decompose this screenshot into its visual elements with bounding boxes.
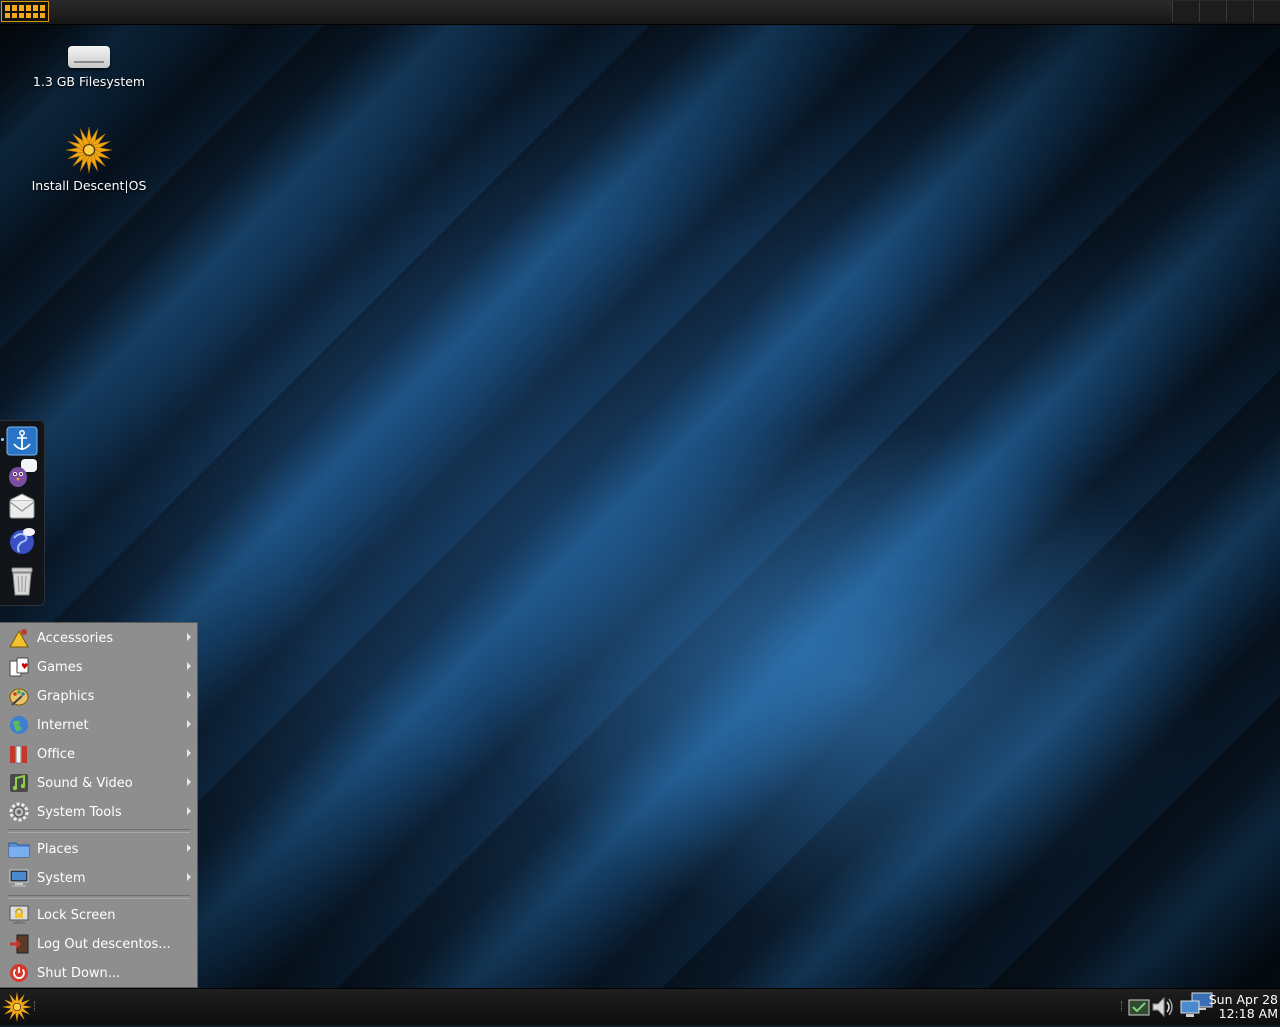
top-panel [0,0,1280,25]
games-icon: ♥ [8,656,30,678]
clock[interactable]: Sun Apr 28 12:18 AM [1209,993,1278,1021]
menu-item-label: Graphics [37,688,95,704]
dock-active-indicator [1,438,4,441]
submenu-arrow-icon [187,720,191,728]
dock-item-mail[interactable] [6,491,38,523]
menu-item-places[interactable]: Places [0,835,197,863]
dock-item-trash[interactable] [6,565,38,597]
menu-item-accessories[interactable]: Accessories [0,624,197,652]
menu-item-label: Lock Screen [37,907,116,923]
descentos-logo-icon [65,126,113,174]
dock-item-browser[interactable] [6,525,38,557]
workspace-4[interactable] [1253,1,1280,22]
applications-menu: Accessories ♥ Games Graphics Internet Of… [0,622,198,988]
submenu-arrow-icon [187,778,191,786]
submenu-arrow-icon [187,633,191,641]
submenu-arrow-icon [187,749,191,757]
tray-update-notifier[interactable] [1128,996,1150,1022]
desktop-icon-install[interactable]: Install Descent|OS [29,126,149,193]
submenu-arrow-icon [187,662,191,670]
gear-icon [8,801,30,823]
volume-icon [1152,996,1173,1018]
clock-date: Sun Apr 28 [1208,992,1278,1007]
menu-item-label: Log Out descentos... [37,936,171,952]
menu-item-label: Places [37,841,79,857]
menu-item-label: Games [37,659,83,675]
pidgin-chat-icon [9,459,37,487]
workspace-3[interactable] [1226,1,1253,22]
submenu-arrow-icon [187,844,191,852]
submenu-arrow-icon [187,691,191,699]
anchor-icon [6,426,38,456]
menu-item-graphics[interactable]: Graphics [0,682,197,710]
trash-icon [11,567,33,596]
menu-separator [8,829,190,833]
descentos-logo-icon [2,992,32,1022]
submenu-arrow-icon [187,807,191,815]
tray-volume[interactable] [1150,994,1176,1024]
menu-item-label: Accessories [37,630,114,646]
panel-grip [34,1001,38,1011]
workspace-1[interactable] [1172,1,1199,22]
menu-item-label: System [37,870,86,886]
graphics-icon [8,685,30,707]
menu-item-log-out[interactable]: Log Out descentos... [0,930,197,958]
menu-item-sound-video[interactable]: Sound & Video [0,769,197,797]
menu-item-system[interactable]: System [0,864,197,892]
menu-item-internet[interactable]: Internet [0,711,197,739]
menu-item-lock-screen[interactable]: Lock Screen [0,901,197,929]
internet-globe-icon [8,714,30,736]
desktop-icon-label: Install Descent|OS [31,178,147,193]
menu-item-office[interactable]: Office [0,740,197,768]
accessories-icon [8,627,30,649]
dock [0,420,45,606]
logout-icon [8,933,30,955]
office-icon [8,743,30,765]
bottom-panel: Sun Apr 28 12:18 AM [0,988,1280,1025]
menu-item-label: Shut Down... [37,965,121,981]
menu-item-games[interactable]: ♥ Games [0,653,197,681]
folder-icon [8,838,30,860]
workspace-grid-button[interactable] [1,1,49,22]
power-icon [8,962,30,984]
menu-item-label: Office [37,746,75,762]
workspace-2[interactable] [1199,1,1226,22]
sound-video-icon [8,772,30,794]
dock-item-chat[interactable] [6,457,38,489]
update-notifier-icon [1128,999,1150,1016]
mail-icon [9,493,35,519]
panel-grip [1121,1001,1125,1011]
menu-item-label: System Tools [37,804,122,820]
desktop-icon-filesystem[interactable]: 1.3 GB Filesystem [29,34,149,89]
clock-time: 12:18 AM [1218,1006,1278,1021]
main-menu-button[interactable] [1,991,33,1027]
menu-item-label: Sound & Video [37,775,133,791]
lock-icon [8,904,30,926]
svg-text:♥: ♥ [21,662,28,671]
dock-item-anchor[interactable] [6,425,38,457]
computer-icon [8,867,30,889]
menu-separator [8,895,190,899]
menu-item-label: Internet [37,717,89,733]
web-browser-icon [10,528,35,554]
drive-icon [68,46,110,68]
workspace-switcher [1172,1,1280,23]
menu-item-system-tools[interactable]: System Tools [0,798,197,826]
submenu-arrow-icon [187,873,191,881]
menu-item-shut-down[interactable]: Shut Down... [0,959,197,987]
desktop-icon-label: 1.3 GB Filesystem [32,74,146,89]
